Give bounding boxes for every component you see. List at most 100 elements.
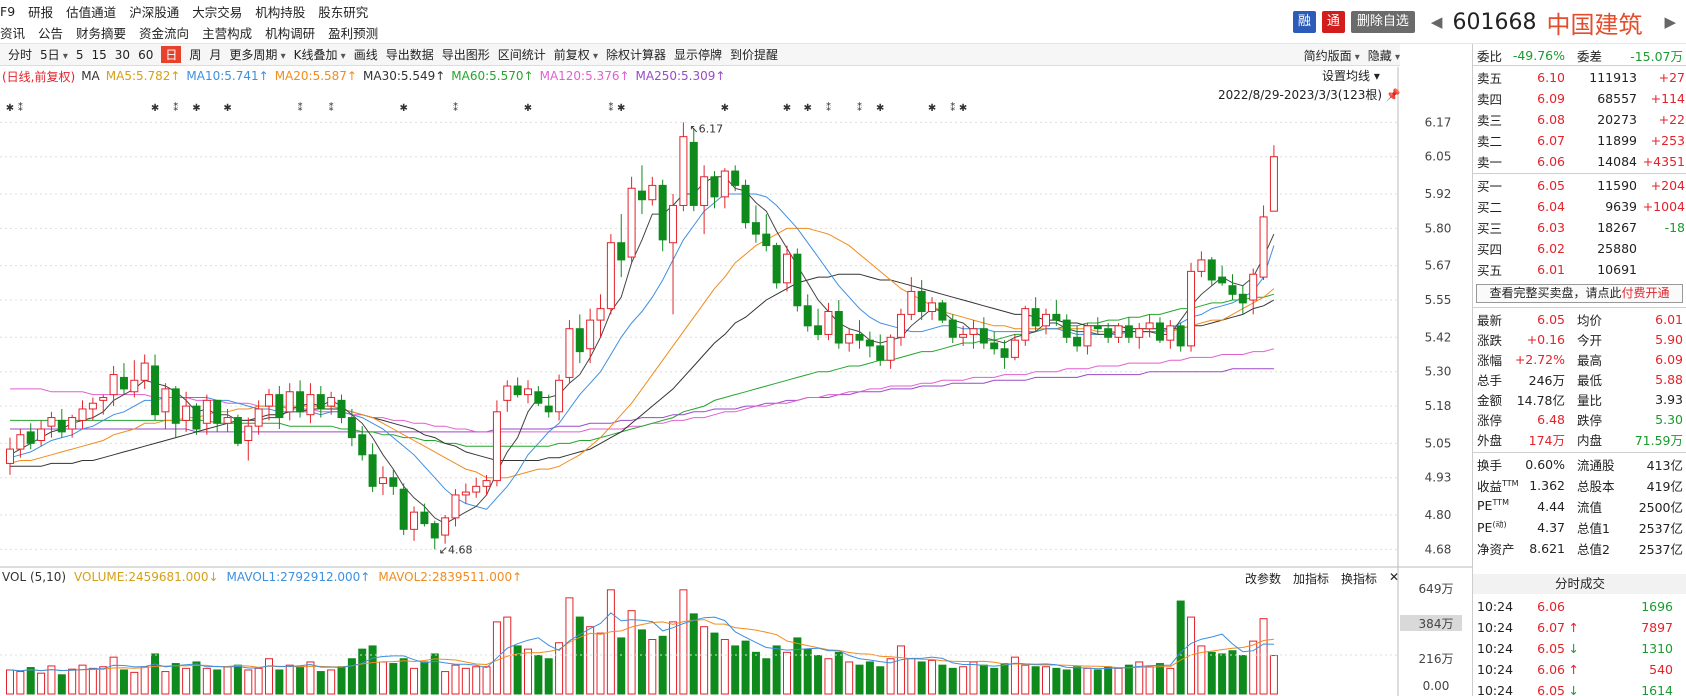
volume-bar[interactable]	[1052, 667, 1061, 695]
candle[interactable]	[928, 297, 937, 321]
candle[interactable]	[1155, 317, 1164, 344]
volume-bar[interactable]	[389, 663, 398, 695]
volume-bar[interactable]	[1259, 618, 1268, 695]
candle[interactable]	[565, 320, 574, 384]
candle[interactable]	[6, 437, 14, 475]
volume-bar[interactable]	[254, 667, 263, 695]
volume-bar[interactable]	[586, 626, 595, 695]
candle[interactable]	[244, 417, 253, 461]
candle[interactable]	[637, 165, 646, 215]
candle[interactable]	[731, 165, 740, 192]
volume-bar[interactable]	[430, 653, 439, 695]
candle[interactable]	[130, 360, 139, 398]
add-indicator-button[interactable]: 加指标	[1293, 570, 1329, 587]
event-marker-icon[interactable]: ✱	[6, 103, 14, 114]
volume-bar[interactable]	[762, 658, 771, 695]
event-marker-icon[interactable]: ✱	[721, 103, 729, 114]
volume-bar[interactable]	[720, 639, 729, 695]
event-marker-icon[interactable]: ✱	[617, 103, 625, 114]
volume-bar[interactable]	[606, 589, 615, 695]
candle[interactable]	[430, 520, 439, 550]
candle[interactable]	[1000, 340, 1009, 369]
candle[interactable]	[834, 300, 843, 349]
volume-bar[interactable]	[679, 589, 688, 695]
volume-bar[interactable]	[1238, 655, 1247, 695]
candle[interactable]	[741, 179, 750, 229]
candle[interactable]	[513, 377, 522, 398]
event-marker-icon[interactable]: ✱	[959, 103, 967, 114]
volume-bar[interactable]	[1207, 651, 1216, 695]
candle[interactable]	[1187, 262, 1196, 352]
volume-bar[interactable]	[834, 651, 843, 695]
candle[interactable]	[555, 374, 564, 421]
volume-bar[interactable]	[544, 658, 553, 695]
volume-bar[interactable]	[140, 666, 149, 695]
volume-bar[interactable]	[1062, 669, 1071, 695]
candle[interactable]	[233, 414, 242, 447]
candle[interactable]	[886, 334, 895, 369]
candle[interactable]	[192, 403, 201, 435]
volume-bar[interactable]	[1073, 666, 1082, 695]
volume-bar[interactable]	[285, 664, 294, 695]
volume-bar[interactable]	[1228, 650, 1237, 695]
candle[interactable]	[316, 386, 325, 418]
candle[interactable]	[68, 414, 77, 438]
volume-bar[interactable]	[151, 653, 160, 695]
volume-bar[interactable]	[1083, 667, 1092, 695]
candle[interactable]	[88, 397, 97, 421]
volume-bar[interactable]	[451, 664, 460, 695]
volume-bar[interactable]	[482, 666, 491, 695]
volume-bar[interactable]	[119, 669, 128, 695]
candle[interactable]	[990, 331, 999, 355]
candle[interactable]	[1062, 314, 1071, 344]
volume-bar[interactable]	[865, 661, 874, 695]
volume-bar[interactable]	[814, 655, 823, 695]
event-marker-icon[interactable]: ⁑	[826, 101, 831, 114]
volume-bar[interactable]	[783, 651, 791, 695]
volume-bar[interactable]	[410, 667, 419, 695]
volume-bar[interactable]	[669, 621, 678, 695]
volume-bar[interactable]	[845, 661, 854, 695]
candle[interactable]	[575, 314, 584, 364]
volume-bar[interactable]	[534, 655, 543, 695]
volume-bar[interactable]	[803, 648, 812, 695]
volume-bar[interactable]	[109, 656, 118, 695]
candle[interactable]	[99, 394, 108, 415]
volume-bar[interactable]	[1218, 653, 1227, 695]
candle[interactable]	[1176, 322, 1185, 352]
volume-bar[interactable]	[793, 637, 802, 695]
event-marker-icon[interactable]: ⁑	[173, 101, 178, 114]
candle[interactable]	[627, 176, 636, 263]
kline-chart[interactable]: 6.17 6.05 5.92 5.80 5.67 5.55 5.42 5.30 5.18 5.05…	[0, 0, 1472, 696]
candle[interactable]	[119, 363, 128, 395]
candle[interactable]	[37, 420, 46, 447]
candle[interactable]	[689, 128, 698, 212]
volume-bar[interactable]	[88, 667, 97, 695]
candle[interactable]	[1207, 257, 1216, 286]
candle[interactable]	[793, 248, 802, 312]
volume-bar[interactable]	[1021, 664, 1030, 695]
candle[interactable]	[1228, 274, 1237, 301]
volume-bar[interactable]	[68, 668, 77, 695]
event-marker-icon[interactable]: ✱	[524, 103, 532, 114]
volume-bar[interactable]	[1155, 663, 1164, 695]
candle[interactable]	[938, 300, 947, 323]
event-marker-icon[interactable]: ✱	[399, 103, 407, 114]
volume-bar[interactable]	[772, 645, 781, 695]
volume-bar[interactable]	[275, 669, 284, 695]
volume-bar[interactable]	[1114, 667, 1123, 695]
volume-bar[interactable]	[347, 658, 356, 695]
candle[interactable]	[710, 171, 719, 209]
volume-bar[interactable]	[316, 671, 325, 695]
volume-bar[interactable]	[565, 597, 574, 695]
volume-bar[interactable]	[130, 671, 139, 695]
candle[interactable]	[1259, 205, 1268, 280]
candle[interactable]	[907, 277, 916, 321]
candle[interactable]	[1166, 320, 1175, 349]
candle[interactable]	[1073, 325, 1082, 352]
volume-bar[interactable]	[265, 658, 273, 695]
volume-bar[interactable]	[1042, 666, 1050, 695]
candle[interactable]	[1031, 297, 1040, 332]
volume-bar[interactable]	[99, 666, 108, 695]
candle[interactable]	[306, 383, 315, 424]
